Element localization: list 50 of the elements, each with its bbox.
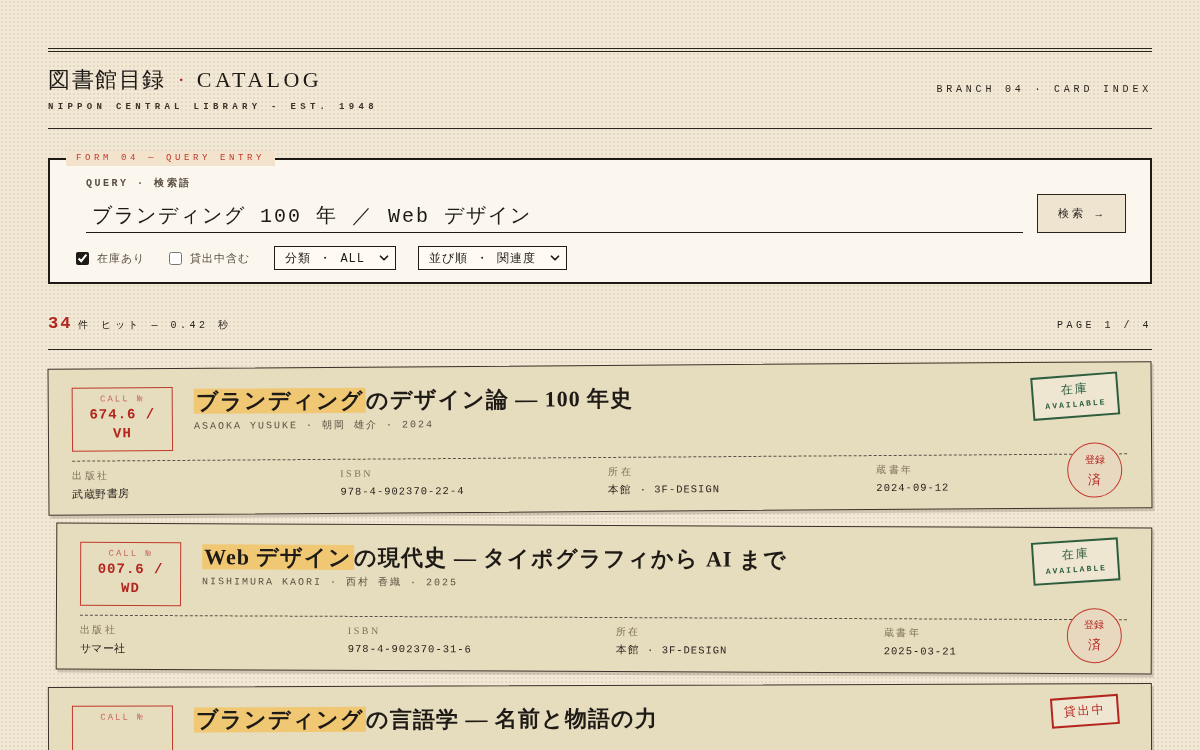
call-number: 007.6 / WD [96,559,165,598]
field-label: ISBN [347,623,381,638]
filter-checkbox[interactable] [76,251,89,265]
availability-stamp: 在庫 AVAILABLE [1030,371,1121,421]
branch-label: BRANCH 04 · CARD INDEX [936,84,1152,95]
author-line: ASAOKA YUSUKE · 朝岡 雄介 · 2024 [193,418,435,434]
author-line: NISHIMURA KAORI · 西村 香織 · 2025 [202,575,460,591]
registered-seal: 登録 済 [1066,608,1122,664]
field-value: 978-4-902370-22-4 [340,483,465,500]
filter-checkbox[interactable] [169,251,182,265]
catalog-card[interactable]: CALL № 674.6 / VH ブランディングのデザイン論 — 100 年史 ASAOKA YUSUKE · 朝岡 雄介 · 2024 在庫 AVAILABLE 出版社 武蔵野書房 ISBN 978-4-902370-22-4 所在 本館 · 3F-DESIGN 蔵書年 2024-09-12 登録 済 [47,361,1153,516]
hit-count: 34 [48,313,73,335]
result-summary: 件 ヒット — 0.42 秒 [78,319,232,333]
filter-dropdown[interactable]: 並び順 ・ 関連度 [418,246,568,270]
field-value: サマー社 [79,640,126,656]
field-label: ISBN [340,466,374,480]
field-label: 出版社 [72,468,110,482]
form-legend: FORM 04 — QUERY ENTRY [66,151,276,166]
field-value: 本館 · 3F-DESIGN [615,643,728,659]
query-label: QUERY · 検索語 [86,177,192,190]
field-label: 蔵書年 [883,626,922,640]
checkbox-label[interactable]: 在庫あり [97,250,145,266]
availability-stamp: 在庫 AVAILABLE [1030,537,1121,586]
call-label: CALL № [108,548,153,561]
field-value: 2025-03-21 [883,644,957,660]
field-label: 所在 [615,625,641,639]
checkbox-label[interactable]: 貸出中含む [190,250,250,266]
book-title[interactable]: ブランディングの言語学 — 名前と物語の力 [193,702,1039,735]
field-label: 所在 [608,464,634,478]
field-value: 2024-09-12 [876,480,950,497]
catalog-title: 図書館目録 · CATALOG [48,66,324,94]
call-number: 674.6 / VH [88,405,157,444]
filter-dropdown[interactable]: 分類 ・ ALL [274,246,396,270]
field-value: 武蔵野書房 [72,486,130,502]
call-label: CALL № [100,712,145,724]
book-title[interactable]: ブランディングのデザイン論 — 100 年史 [193,381,1020,416]
catalog-card[interactable]: CALL № 007.6 / WD Web デザイン の現代史 — タイポグラフィから AI まで NISHIMURA KAORI · 西村 香織 · 2025 在庫 AVAILABLE 出版社 サマー社 ISBN 978-4-902370-31-6 所在 本館 · 3F-DESIGN 蔵書年 2025-03-21 登録 済 [55,522,1153,675]
field-label: 蔵書年 [876,462,914,477]
availability-stamp: 貸出中 [1049,693,1120,729]
call-label: CALL № [100,394,145,406]
field-label: 出版社 [79,622,118,636]
page-indicator: PAGE 1 / 4 [1057,319,1152,333]
field-value: 本館 · 3F-DESIGN [608,482,721,498]
book-title[interactable]: Web デザイン の現代史 — タイポグラフィから AI まで [202,542,1020,575]
library-subtitle: NIPPON CENTRAL LIBRARY - EST. 1948 [48,101,378,113]
catalog-card[interactable]: CALL № ブランディングの言語学 — 名前と物語の力 貸出中 [47,683,1153,750]
field-value: 978-4-902370-31-6 [347,641,472,658]
registered-seal: 登録 済 [1067,442,1123,498]
search-button[interactable]: 検索 → [1037,194,1126,233]
query-field[interactable]: ブランディング 100 年 ／ Web デザイン [86,198,1023,233]
